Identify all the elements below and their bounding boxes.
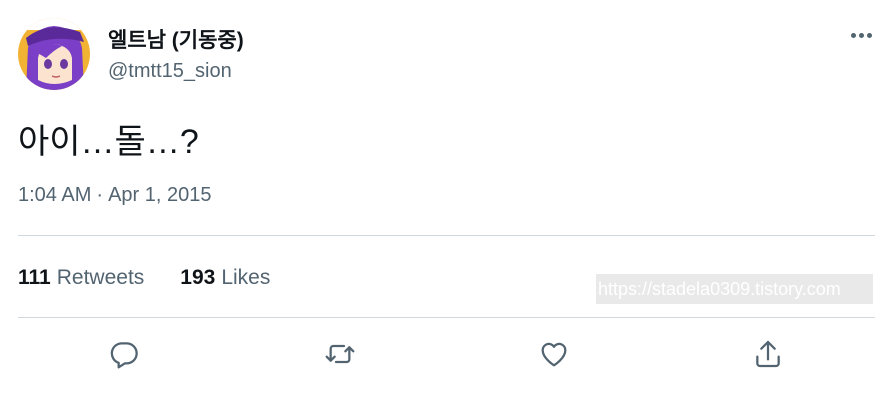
divider: [18, 235, 875, 236]
likes-stat[interactable]: 193 Likes: [180, 266, 270, 290]
avatar[interactable]: [18, 18, 90, 90]
retweets-stat[interactable]: 111 Retweets: [18, 266, 144, 290]
watermark: https://stadela0309.tistory.com: [596, 274, 873, 304]
reply-button[interactable]: [106, 336, 142, 372]
share-button[interactable]: [750, 336, 786, 372]
timestamp-separator: ·: [96, 184, 104, 206]
more-horizontal-icon: [850, 32, 856, 38]
tweet-timestamp[interactable]: 1:04 AM · Apr 1, 2015: [18, 184, 211, 207]
divider: [18, 317, 875, 318]
tweet-text: 아이…돌…?: [18, 123, 199, 161]
retweet-button[interactable]: [322, 336, 358, 372]
reply-icon: [110, 342, 138, 369]
share-icon: [756, 340, 780, 368]
avatar-image: [18, 18, 90, 90]
retweets-label: Retweets: [56, 266, 145, 289]
tweet-time: 1:04 AM: [18, 184, 92, 206]
retweets-count: 111: [18, 266, 51, 289]
like-button[interactable]: [536, 336, 572, 372]
likes-label: Likes: [221, 266, 271, 289]
display-name[interactable]: 엘트남 (기동중): [108, 24, 244, 54]
tweet-stats: 111 Retweets 193 Likes: [18, 266, 270, 290]
retweet-icon: [325, 344, 355, 364]
user-handle[interactable]: @tmtt15_sion: [108, 60, 232, 83]
heart-icon: [541, 342, 567, 367]
tweet-date: Apr 1, 2015: [108, 184, 212, 206]
more-options-button[interactable]: [848, 22, 874, 48]
likes-count: 193: [180, 266, 216, 289]
